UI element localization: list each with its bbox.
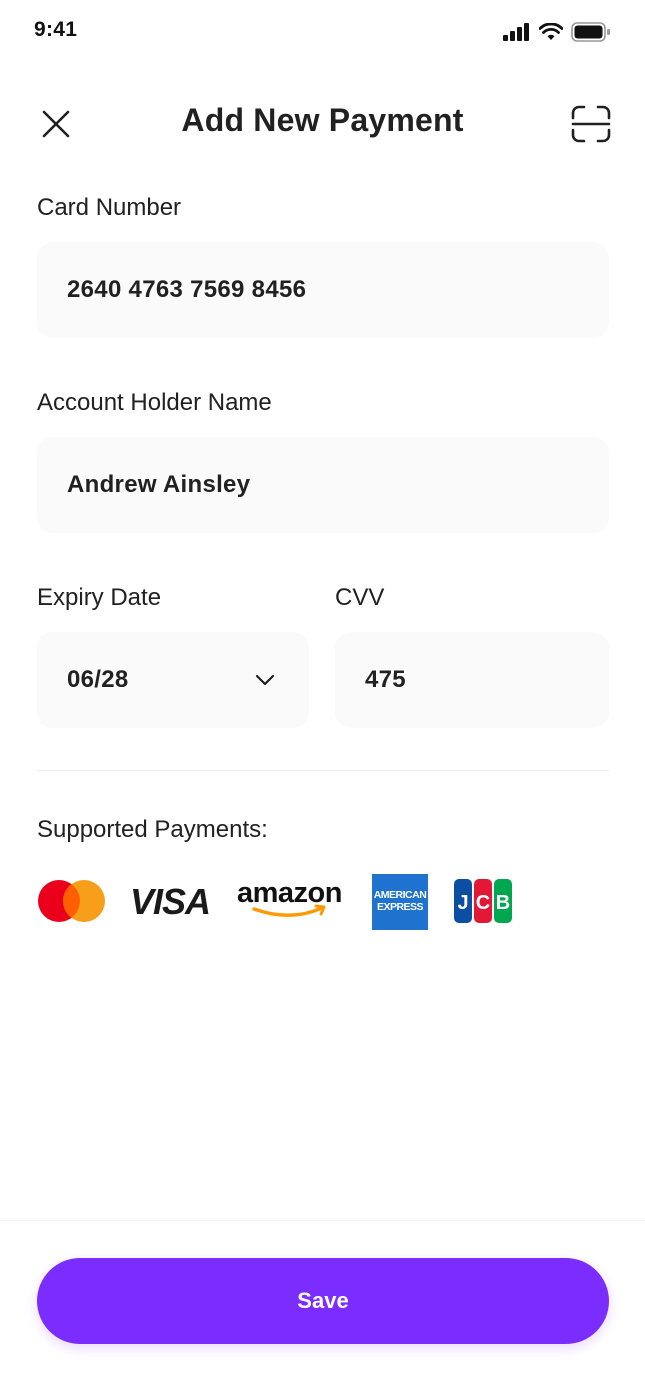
page-title: Add New Payment (181, 102, 464, 138)
battery-icon (571, 22, 610, 42)
supported-payments-label: Supported Payments: (37, 816, 268, 843)
status-icons (503, 22, 611, 42)
scan-card-button[interactable] (567, 100, 615, 148)
svg-text:C: C (476, 892, 490, 914)
save-button[interactable]: Save (37, 1258, 609, 1344)
svg-text:J: J (457, 892, 468, 914)
visa-logo: VISA (130, 884, 211, 918)
status-bar: 9:41 (0, 0, 645, 70)
svg-text:VISA: VISA (130, 884, 210, 918)
holder-name-value: Andrew Ainsley (67, 471, 251, 498)
svg-text:B: B (496, 892, 510, 914)
expiry-date-select[interactable]: 06/28 (37, 632, 309, 728)
wifi-icon (539, 23, 563, 40)
svg-text:amazon: amazon (237, 877, 342, 909)
footer-divider (0, 1220, 645, 1221)
payment-logos: VISA amazon AMERICAN EXPRESS J C B (36, 872, 596, 932)
cvv-label: CVV (335, 584, 385, 611)
american-express-logo: AMERICAN EXPRESS (372, 874, 428, 930)
card-number-value: 2640 4763 7569 8456 (67, 276, 307, 303)
holder-name-label: Account Holder Name (37, 389, 272, 416)
chevron-down-icon (255, 674, 275, 686)
svg-text:EXPRESS: EXPRESS (377, 901, 424, 913)
cvv-field[interactable]: 475 (335, 632, 609, 728)
holder-name-field[interactable]: Andrew Ainsley (37, 437, 609, 533)
svg-text:AMERICAN: AMERICAN (374, 889, 427, 901)
status-time: 9:41 (34, 18, 78, 41)
divider (37, 770, 609, 771)
jcb-logo: J C B (454, 879, 512, 923)
expiry-date-value: 06/28 (67, 666, 129, 693)
signal-icon (503, 23, 529, 41)
cvv-value: 475 (365, 666, 406, 693)
card-number-field[interactable]: 2640 4763 7569 8456 (37, 242, 609, 338)
card-number-label: Card Number (37, 194, 182, 221)
mastercard-logo (38, 880, 105, 922)
amazon-logo: amazon (237, 877, 342, 917)
scan-icon (571, 105, 611, 143)
header: Add New Payment (0, 84, 645, 158)
expiry-date-label: Expiry Date (37, 584, 162, 611)
